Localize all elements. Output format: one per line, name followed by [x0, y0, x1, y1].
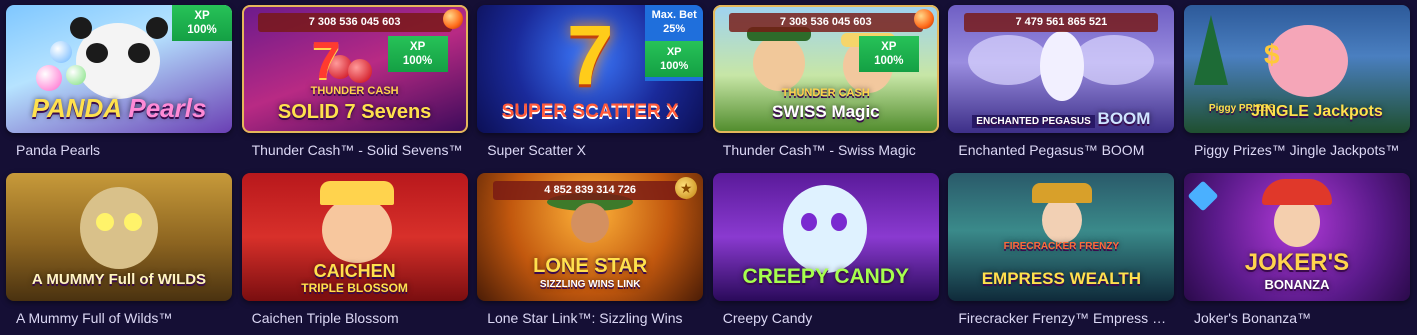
- game-title[interactable]: Creepy Candy: [713, 309, 935, 327]
- game-logo: CAICHEN: [313, 261, 396, 281]
- game-logo: JINGLE Jackpots: [1251, 103, 1383, 120]
- xp-label: XP: [881, 41, 897, 53]
- game-card-lone-star-link[interactable]: 4 852 839 314 726 ★ LONE STAR SIZZLING W…: [477, 173, 704, 335]
- game-title[interactable]: Enchanted Pegasus™ BOOM: [948, 141, 1170, 159]
- game-logo: SOLID 7 Sevens: [277, 101, 432, 123]
- game-grid: PANDA Pearls XP 100% Panda Pearls 7 7 30…: [6, 5, 1410, 335]
- logo-text-primary: PANDA: [31, 93, 122, 123]
- fruit-orb-icon: [913, 9, 934, 29]
- jackpot-counter: 4 852 839 314 726: [493, 181, 688, 200]
- game-logo: ENCHANTED PEGASUS BOOM: [948, 109, 1174, 129]
- game-logo: PANDA Pearls: [6, 93, 232, 124]
- game-card-swiss-magic[interactable]: 7 308 536 045 603 THUNDER CASH SWISS Mag…: [712, 5, 939, 167]
- game-logo: LONE STAR: [533, 255, 648, 277]
- game-logo: A MUMMY Full of WILDS: [31, 271, 207, 288]
- game-thumbnail[interactable]: $ Piggy PRIZES JINGLE Jackpots: [1183, 5, 1410, 133]
- game-logo-subtitle: SIZZLING WINS LINK: [539, 279, 641, 290]
- game-card-panda-pearls[interactable]: PANDA Pearls XP 100% Panda Pearls: [6, 5, 232, 167]
- logo-text-secondary: BOOM: [1097, 109, 1151, 128]
- max-bet-label: Max. Bet: [651, 9, 697, 21]
- game-title[interactable]: A Mummy Full of Wilds™: [6, 309, 228, 327]
- game-logo: SWISS Magic: [771, 102, 880, 121]
- game-thumbnail[interactable]: CREEPY CANDY: [712, 173, 939, 301]
- game-logo-subtitle: TRIPLE BLOSSOM: [301, 281, 408, 295]
- xp-value: 100%: [402, 55, 433, 67]
- logo-text-primary: ENCHANTED PEGASUS: [972, 115, 1095, 128]
- game-card-firecracker-frenzy[interactable]: FIRECRACKER FRENZY EMPRESS WEALTH Firecr…: [948, 173, 1175, 335]
- game-logo-subtitle: THUNDER CASH: [310, 85, 399, 97]
- game-thumbnail[interactable]: A MUMMY Full of WILDS: [6, 173, 232, 301]
- game-thumbnail[interactable]: JOKER'S BONANZA: [1183, 173, 1410, 301]
- game-card-mummy-full-of-wilds[interactable]: A MUMMY Full of WILDS A Mummy Full of Wi…: [6, 173, 232, 335]
- game-card-jokers-bonanza[interactable]: JOKER'S BONANZA Joker's Bonanza™: [1183, 173, 1410, 335]
- max-bet-value: 25%: [663, 23, 686, 35]
- game-title[interactable]: Thunder Cash™ - Solid Sevens™: [242, 141, 464, 159]
- xp-label: XP: [409, 41, 426, 53]
- game-logo-subtitle: THUNDER CASH: [781, 87, 870, 99]
- game-title[interactable]: Panda Pearls: [6, 141, 228, 159]
- game-title[interactable]: Caichen Triple Blossom: [242, 309, 464, 327]
- game-card-caichen-triple-blossom[interactable]: CAICHEN TRIPLE BLOSSOM Caichen Triple Bl…: [241, 173, 468, 335]
- game-title[interactable]: Lone Star Link™: Sizzling Wins: [477, 309, 699, 327]
- game-thumbnail[interactable]: FIRECRACKER FRENZY EMPRESS WEALTH: [948, 173, 1175, 301]
- logo-text-secondary: Pearls: [128, 93, 207, 123]
- max-bet-badge: Max. Bet 25% XP 100%: [645, 5, 704, 81]
- game-thumbnail[interactable]: 7 308 536 045 603 THUNDER CASH SWISS Mag…: [712, 5, 939, 133]
- game-thumbnail[interactable]: 7 7 308 536 045 603 THUNDER CASH SOLID 7…: [241, 5, 468, 133]
- game-card-solid-sevens[interactable]: 7 7 308 536 045 603 THUNDER CASH SOLID 7…: [241, 5, 468, 167]
- game-logo-subtitle: FIRECRACKER FRENZY: [1003, 241, 1120, 252]
- jackpot-counter: 7 308 536 045 603: [728, 13, 923, 32]
- xp-value: 100%: [660, 60, 689, 72]
- xp-badge: XP 100%: [387, 36, 448, 72]
- game-logo: SUPER SCATTER X: [501, 101, 679, 122]
- game-title[interactable]: Super Scatter X: [477, 141, 699, 159]
- game-logo: JOKER'S: [1244, 249, 1350, 276]
- game-logo: EMPRESS WEALTH: [981, 269, 1142, 288]
- game-title[interactable]: Joker's Bonanza™: [1184, 309, 1406, 327]
- game-card-creepy-candy[interactable]: CREEPY CANDY Creepy Candy: [712, 173, 939, 335]
- game-thumbnail[interactable]: CAICHEN TRIPLE BLOSSOM: [241, 173, 468, 301]
- game-card-enchanted-pegasus[interactable]: 7 479 561 865 521 ENCHANTED PEGASUS BOOM…: [948, 5, 1175, 167]
- game-card-super-scatter-x[interactable]: 7 SUPER SCATTER X Max. Bet 25% XP 100% S…: [477, 5, 704, 167]
- game-thumbnail[interactable]: 7 479 561 865 521 ENCHANTED PEGASUS BOOM: [948, 5, 1175, 133]
- xp-label: XP: [194, 10, 210, 22]
- jackpot-counter: 7 308 536 045 603: [257, 13, 452, 32]
- xp-value: 100%: [187, 24, 217, 36]
- fruit-orb-icon: [442, 9, 463, 29]
- game-title[interactable]: Piggy Prizes™ Jingle Jackpots™: [1184, 141, 1406, 159]
- xp-value: 100%: [874, 55, 904, 67]
- game-logo-subtitle: BONANZA: [1264, 277, 1330, 292]
- game-thumbnail[interactable]: 7 SUPER SCATTER X Max. Bet 25% XP 100%: [477, 5, 704, 133]
- game-logo: CREEPY CANDY: [742, 265, 910, 288]
- game-thumbnail[interactable]: 4 852 839 314 726 ★ LONE STAR SIZZLING W…: [477, 173, 704, 301]
- xp-label: XP: [666, 46, 682, 58]
- game-thumbnail[interactable]: PANDA Pearls XP 100%: [6, 5, 232, 133]
- xp-badge: XP 100%: [172, 5, 232, 41]
- jackpot-counter: 7 479 561 865 521: [964, 13, 1159, 32]
- xp-badge: XP 100%: [858, 36, 919, 72]
- xp-badge: XP 100%: [645, 41, 704, 77]
- game-title[interactable]: Thunder Cash™ - Swiss Magic: [713, 141, 935, 159]
- game-card-piggy-prizes[interactable]: $ Piggy PRIZES JINGLE Jackpots Piggy Pri…: [1183, 5, 1410, 167]
- game-title[interactable]: Firecracker Frenzy™ Empress Wealth: [948, 309, 1170, 327]
